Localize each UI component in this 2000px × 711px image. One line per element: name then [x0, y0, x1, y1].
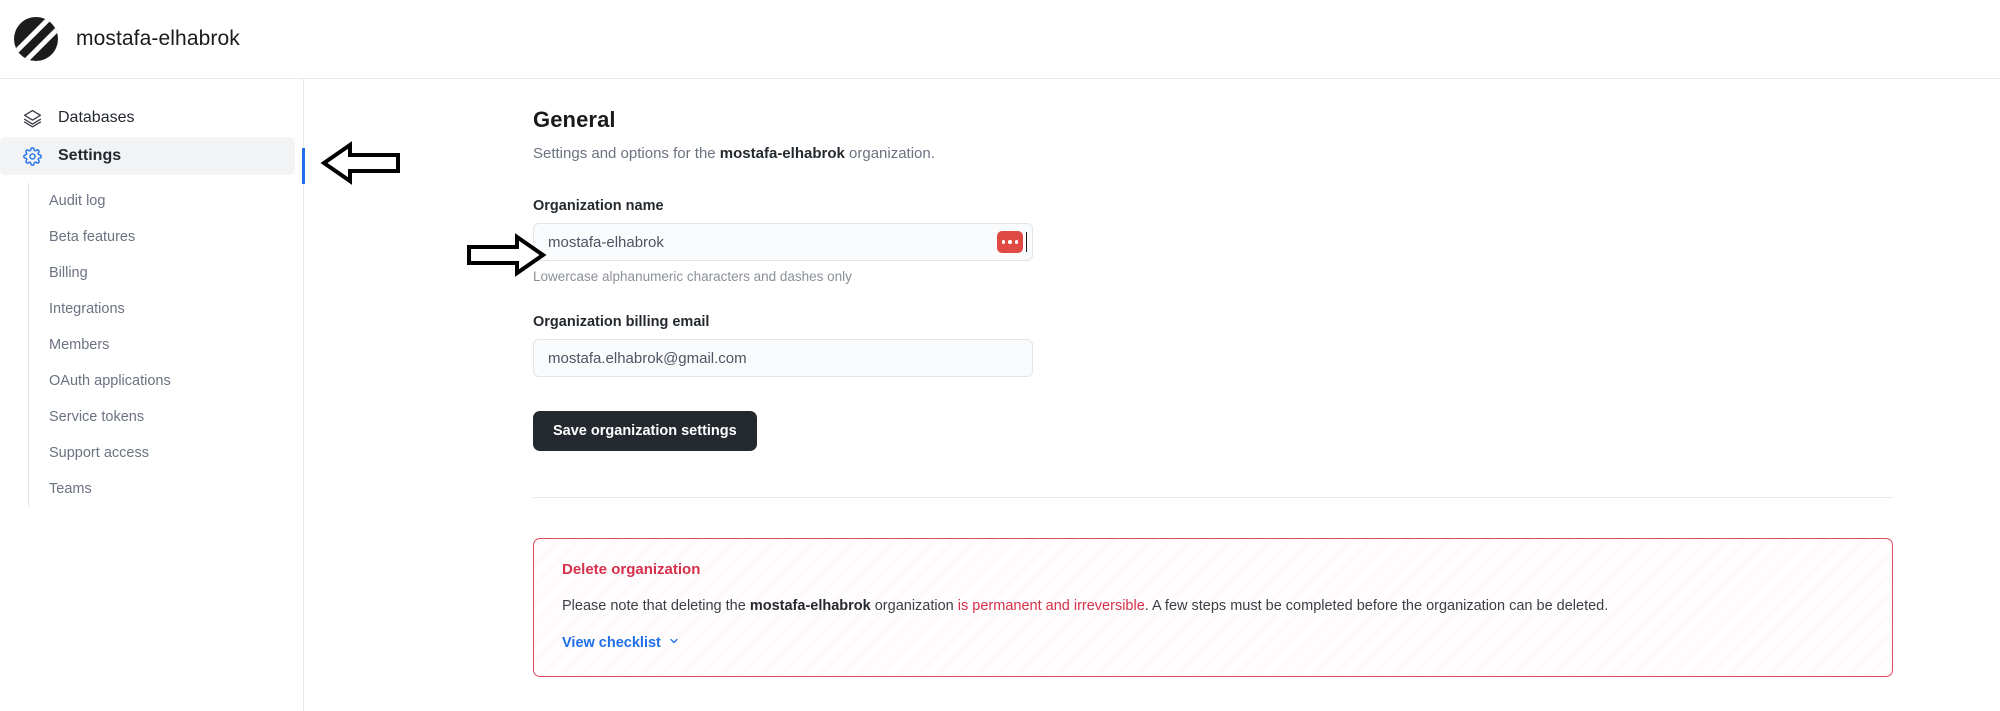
page-description-org: mostafa-elhabrok	[719, 145, 845, 162]
sidebar-item-support-access[interactable]: Support access	[29, 435, 303, 471]
sidebar-item-oauth-applications[interactable]: OAuth applications	[29, 363, 303, 399]
app-root: mostafa-elhabrok Databases Settings Audi…	[0, 0, 2000, 711]
delete-text-warning: is permanent and irreversible	[957, 598, 1145, 614]
billing-email-input-wrap	[533, 339, 1033, 377]
org-name-hint: Lowercase alphanumeric characters and da…	[533, 269, 852, 284]
billing-email-field-group: Organization billing email	[533, 314, 1893, 377]
page-description: Settings and options for the mostafa-elh…	[533, 145, 1893, 162]
ellipsis-badge-icon[interactable]	[997, 231, 1023, 253]
sidebar-item-service-tokens[interactable]: Service tokens	[29, 399, 303, 435]
organization-logo-icon	[14, 17, 58, 61]
organization-name-label: mostafa-elhabrok	[76, 27, 240, 50]
page-title: General	[533, 107, 616, 132]
gear-icon	[22, 146, 42, 166]
sidebar-item-audit-log[interactable]: Audit log	[29, 183, 303, 219]
org-name-input[interactable]	[533, 223, 1033, 261]
sidebar-item-integrations[interactable]: Integrations	[29, 291, 303, 327]
delete-text-part1: Please note that deleting the	[562, 598, 750, 614]
sidebar-item-billing[interactable]: Billing	[29, 255, 303, 291]
sidebar-item-settings[interactable]: Settings	[0, 137, 295, 175]
sidebar-item-label: Settings	[58, 147, 122, 164]
delete-text-part2: organization	[870, 598, 958, 614]
sidebar: Databases Settings Audit log Beta featur…	[0, 79, 304, 711]
sidebar-item-beta-features[interactable]: Beta features	[29, 219, 303, 255]
section-divider	[533, 497, 1893, 498]
save-organization-settings-button[interactable]: Save organization settings	[533, 411, 757, 451]
view-checklist-link[interactable]: View checklist	[562, 635, 680, 651]
page-description-suffix: organization.	[844, 145, 935, 162]
org-name-input-wrap	[533, 223, 1033, 261]
billing-email-input[interactable]	[533, 339, 1033, 377]
delete-organization-description: Please note that deleting the mostafa-el…	[562, 596, 1864, 616]
delete-text-part3: . A few steps must be completed before t…	[1144, 598, 1609, 614]
delete-text-org: mostafa-elhabrok	[749, 598, 871, 614]
chevron-down-icon	[668, 635, 680, 651]
billing-email-label: Organization billing email	[533, 314, 710, 330]
page-description-prefix: Settings and options for the	[533, 145, 720, 162]
delete-organization-title: Delete organization	[562, 561, 701, 578]
text-caret	[1025, 232, 1027, 252]
view-checklist-label: View checklist	[562, 635, 661, 652]
sidebar-item-label: Databases	[58, 109, 135, 126]
sidebar-item-members[interactable]: Members	[29, 327, 303, 363]
sidebar-item-databases[interactable]: Databases	[0, 99, 295, 137]
settings-subnav: Audit log Beta features Billing Integrat…	[28, 183, 303, 507]
org-name-field-group: Organization name Lowercase alphanumeric…	[533, 198, 1893, 284]
stacked-layers-icon	[22, 108, 42, 128]
delete-organization-panel: Delete organization Please note that del…	[533, 538, 1893, 678]
topbar: mostafa-elhabrok	[0, 0, 2000, 79]
sidebar-item-teams[interactable]: Teams	[29, 471, 303, 507]
org-name-label: Organization name	[533, 198, 664, 214]
main-content: General Settings and options for the mos…	[305, 79, 2000, 711]
